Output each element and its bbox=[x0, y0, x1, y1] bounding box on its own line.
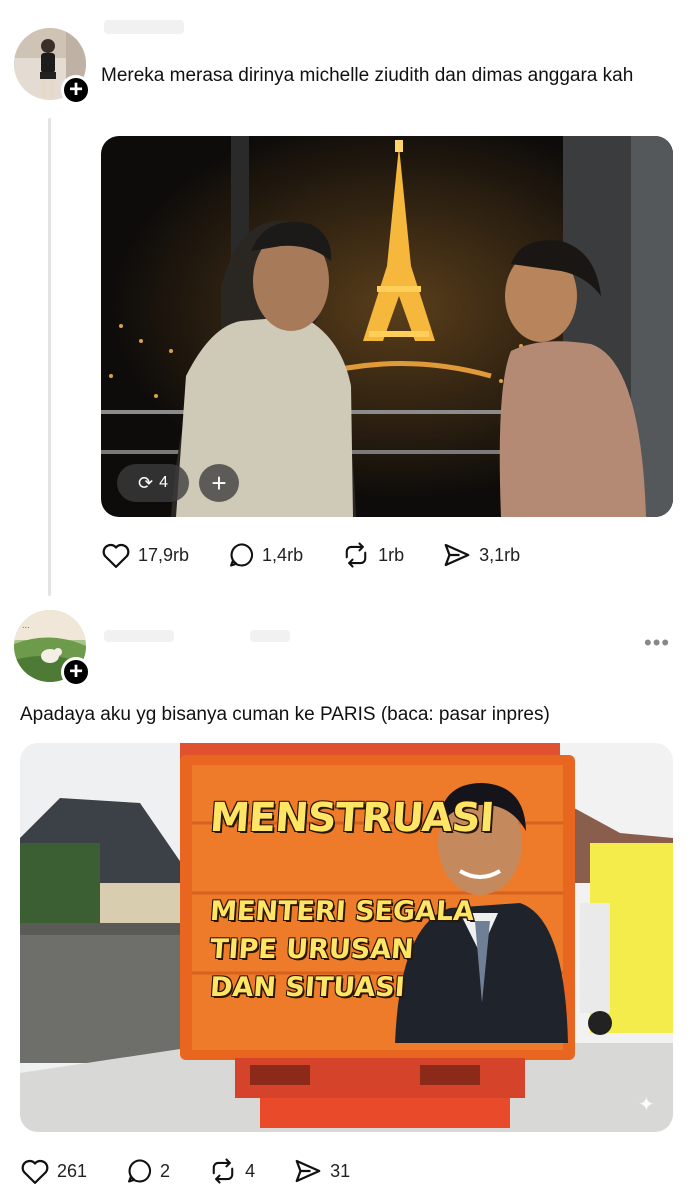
repost-count: 4 bbox=[245, 1160, 256, 1181]
comment-icon bbox=[230, 543, 254, 567]
timestamp-placeholder bbox=[250, 630, 290, 642]
send-icon bbox=[295, 1159, 321, 1183]
add-button[interactable]: + bbox=[199, 464, 239, 502]
post-image[interactable]: ⟳ 4 + bbox=[101, 136, 673, 517]
repost-icon: ⟳ bbox=[138, 472, 154, 493]
repost-badge-count: 4 bbox=[159, 474, 168, 491]
like-button[interactable]: 17,9rb bbox=[101, 541, 189, 569]
follow-plus-icon[interactable]: + bbox=[61, 657, 91, 687]
share-count: 3,1rb bbox=[479, 544, 521, 565]
truck-line-1: MENTERI SEGALA bbox=[208, 896, 476, 927]
like-count: 17,9rb bbox=[138, 544, 190, 565]
follow-plus-icon[interactable]: + bbox=[61, 75, 91, 105]
share-button[interactable]: 31 bbox=[293, 1157, 350, 1185]
reply-count: 2 bbox=[160, 1160, 171, 1181]
username-placeholder bbox=[104, 630, 174, 642]
reply-button[interactable]: 2 bbox=[125, 1157, 170, 1185]
post-actions: 261 2 4 31 bbox=[20, 1157, 388, 1185]
truck-title: MENSTRUASI bbox=[208, 795, 496, 841]
svg-text:...: ... bbox=[22, 621, 30, 630]
reply-count: 1,4rb bbox=[262, 544, 304, 565]
heart-icon bbox=[21, 1159, 49, 1184]
post-text: Apadaya aku yg bisanya cuman ke PARIS (b… bbox=[20, 704, 550, 725]
repost-button[interactable]: 1rb bbox=[341, 541, 404, 569]
repost-icon bbox=[345, 542, 367, 568]
heart-icon bbox=[102, 543, 130, 568]
more-icon[interactable]: ••• bbox=[644, 630, 670, 656]
username-placeholder bbox=[104, 20, 184, 34]
post-actions: 17,9rb 1,4rb 1rb 3,1rb bbox=[101, 541, 558, 569]
comment-icon bbox=[128, 1159, 152, 1183]
thread-line bbox=[48, 118, 51, 596]
repost-button[interactable]: 4 bbox=[208, 1157, 255, 1185]
repost-count-badge[interactable]: ⟳ 4 bbox=[117, 464, 189, 502]
post-text: Mereka merasa dirinya michelle ziudith d… bbox=[101, 65, 634, 86]
share-button[interactable]: 3,1rb bbox=[442, 541, 520, 569]
truck-line-2: TIPE URUSAN bbox=[208, 934, 415, 965]
send-icon bbox=[444, 543, 470, 567]
repost-icon bbox=[212, 1158, 234, 1184]
truck-line-3: DAN SITUASI bbox=[208, 972, 406, 1003]
like-button[interactable]: 261 bbox=[20, 1157, 87, 1185]
svg-text:✦: ✦ bbox=[638, 1094, 655, 1116]
reply-button[interactable]: 1,4rb bbox=[227, 541, 303, 569]
like-count: 261 bbox=[57, 1160, 88, 1181]
share-count: 31 bbox=[330, 1160, 351, 1181]
repost-count: 1rb bbox=[378, 544, 405, 565]
post-image[interactable]: ✦ MENSTRUASI MENTERI SEGALA TIPE URUSAN … bbox=[20, 743, 673, 1132]
